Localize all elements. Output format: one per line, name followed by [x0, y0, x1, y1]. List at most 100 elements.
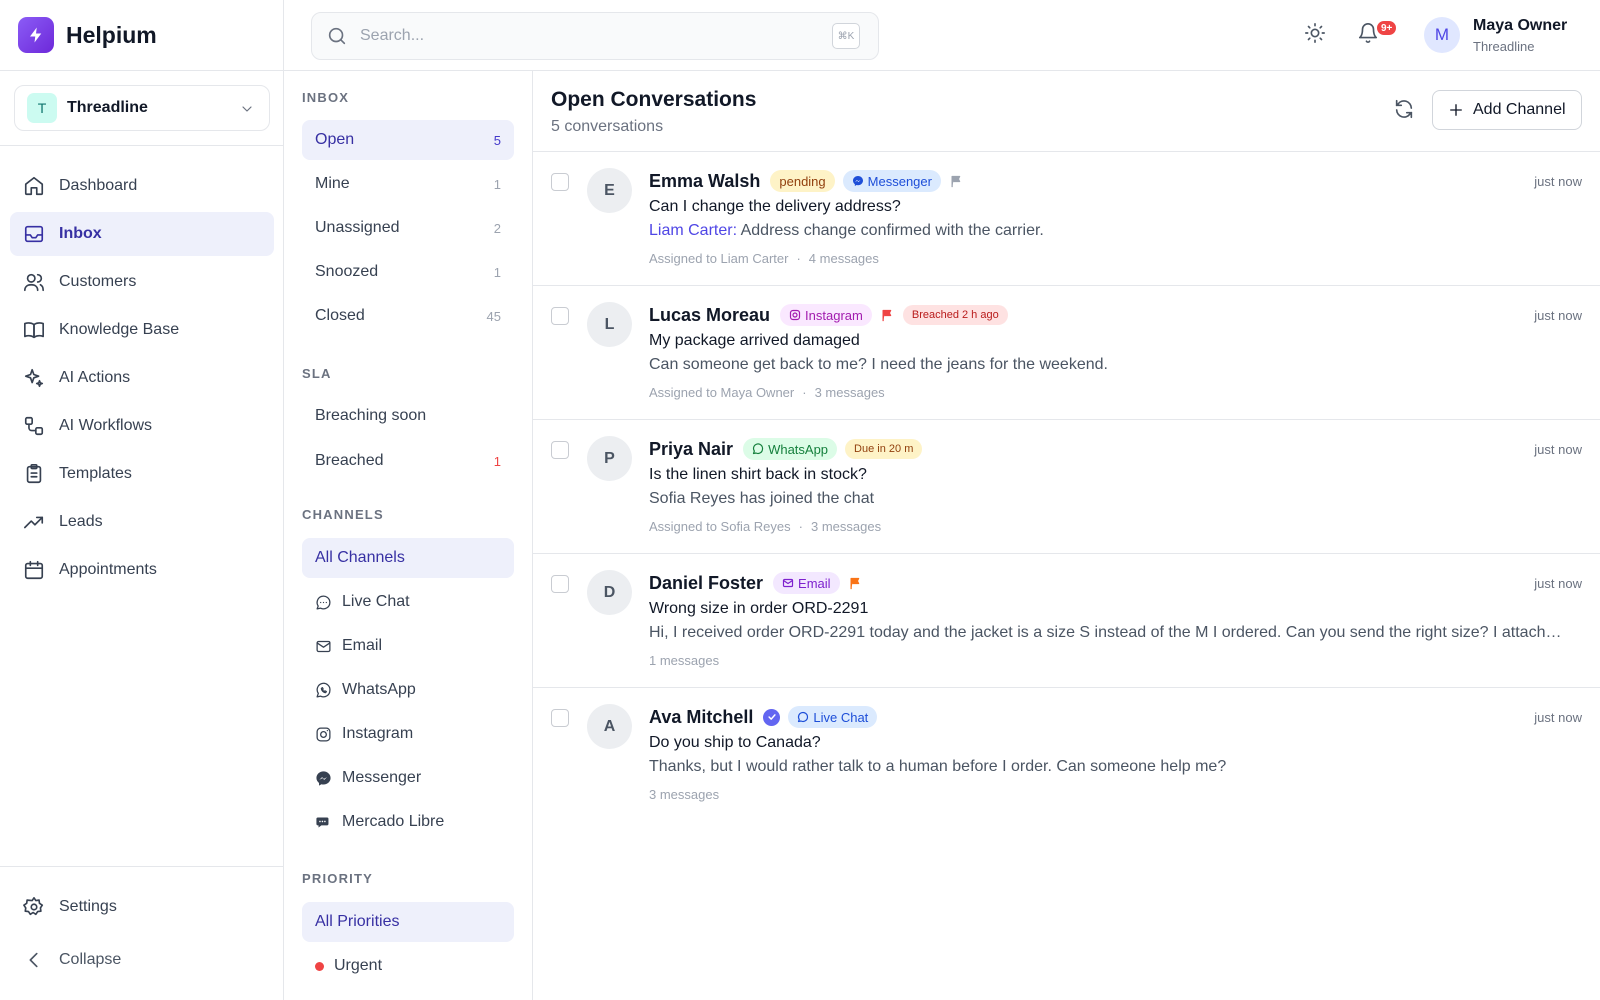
conversation-subject: Wrong size in order ORD-2291 [649, 600, 869, 617]
filter-channel-live-chat[interactable]: Live Chat [302, 582, 514, 622]
conversation-row[interactable]: L Lucas Moreau Instagram Breached 2 h ag… [533, 286, 1600, 420]
refresh-icon[interactable] [1393, 98, 1415, 120]
assigned-to: Assigned to Sofia Reyes [649, 519, 791, 534]
customer-name: Lucas Moreau [649, 304, 771, 325]
whatsapp-icon [315, 682, 332, 699]
avatar: E [587, 168, 632, 213]
app-name: Helpium [66, 21, 157, 48]
row-checkbox[interactable] [551, 307, 569, 325]
chat-bubble-icon [797, 711, 809, 723]
filter-all-priorities[interactable]: All Priorities [302, 902, 514, 942]
messenger-icon [315, 770, 332, 787]
filter-all-channels[interactable]: All Channels [302, 538, 514, 578]
filter-open[interactable]: Open 5 [302, 120, 514, 160]
section-title-sla: SLA [302, 366, 332, 381]
row-checkbox[interactable] [551, 173, 569, 191]
filter-label: All Priorities [315, 913, 400, 930]
org-name: Threadline [67, 99, 148, 116]
conversation-row[interactable]: A Ava Mitchell Live Chat just now Do you… [533, 688, 1600, 822]
user-name[interactable]: Maya Owner [1473, 17, 1567, 35]
channel-badge: WhatsApp [743, 438, 838, 460]
flag-icon[interactable] [848, 576, 863, 591]
channel-badge: Instagram [780, 304, 872, 326]
whatsapp-icon [752, 443, 764, 455]
bolt-icon [18, 17, 54, 53]
filter-mine[interactable]: Mine 1 [302, 164, 514, 204]
filter-channel-instagram[interactable]: Instagram [302, 714, 514, 754]
filter-breaching-soon[interactable]: Breaching soon [302, 396, 514, 436]
conversation-header: Priya Nair WhatsApp Due in 20 m [649, 436, 923, 462]
conversation-row[interactable]: D Daniel Foster Email just now Wrong siz… [533, 554, 1600, 688]
sidebar-item-knowledge-base[interactable]: Knowledge Base [10, 308, 274, 352]
sidebar-item-appointments[interactable]: Appointments [10, 548, 274, 592]
mail-icon [315, 638, 332, 655]
clipboard-icon [23, 463, 45, 485]
plus-icon [1447, 101, 1465, 119]
filter-closed[interactable]: Closed 45 [302, 296, 514, 336]
search-icon [326, 25, 348, 47]
search-box[interactable]: ⌘K [311, 12, 879, 60]
sparkles-icon [23, 367, 45, 389]
filter-label: Breaching soon [315, 407, 427, 424]
sun-icon[interactable] [1304, 22, 1326, 44]
filter-priority-urgent[interactable]: Urgent [302, 946, 514, 986]
filter-channel-messenger[interactable]: Messenger [302, 758, 514, 798]
filter-unassigned[interactable]: Unassigned 2 [302, 208, 514, 248]
sidebar-item-templates[interactable]: Templates [10, 452, 274, 496]
filter-channel-email[interactable]: Email [302, 626, 514, 666]
org-switcher[interactable]: T Threadline [14, 85, 270, 131]
sidebar-item-ai-workflows[interactable]: AI Workflows [10, 404, 274, 448]
sidebar-item-dashboard[interactable]: Dashboard [10, 164, 274, 208]
filter-channel-whatsapp[interactable]: WhatsApp [302, 670, 514, 710]
sidebar-item-ai-actions[interactable]: AI Actions [10, 356, 274, 400]
conversation-row[interactable]: P Priya Nair WhatsApp Due in 20 m just n… [533, 420, 1600, 554]
flag-icon[interactable] [949, 174, 964, 189]
timestamp: just now [1534, 576, 1582, 591]
filter-count: 1 [493, 453, 501, 469]
add-channel-button[interactable]: Add Channel [1432, 90, 1582, 130]
urgent-dot [315, 961, 324, 971]
meta-separator: · [802, 385, 807, 400]
avatar: D [587, 570, 632, 615]
message-count: 3 messages [649, 787, 720, 802]
conversation-row[interactable]: E Emma Walsh pending Messenger just now … [533, 152, 1600, 286]
sla-badge: Due in 20 m [845, 439, 923, 459]
user-avatar[interactable]: M [1424, 17, 1460, 53]
filter-panel: INBOX Open 5 Mine 1 Unassigned 2 Snoozed… [284, 71, 533, 1000]
avatar: P [587, 436, 632, 481]
row-checkbox[interactable] [551, 709, 569, 727]
flag-icon[interactable] [880, 308, 895, 323]
conversation-header: Ava Mitchell Live Chat [649, 704, 878, 730]
sidebar-item-settings[interactable]: Settings [10, 885, 274, 929]
conversation-list-panel: Open Conversations 5 conversations Add C… [533, 71, 1600, 1000]
filter-label: All Channels [315, 549, 405, 566]
sidebar-item-customers[interactable]: Customers [10, 260, 274, 304]
row-checkbox[interactable] [551, 575, 569, 593]
filter-channel-mercado-libre[interactable]: Mercado Libre [302, 802, 514, 842]
sidebar-item-inbox[interactable]: Inbox [10, 212, 274, 256]
conversation-meta: Assigned to Maya Owner · 3 messages [649, 385, 885, 400]
message-count: 3 messages [814, 385, 885, 400]
channel-badge: Messenger [842, 170, 941, 192]
assigned-to: Assigned to Maya Owner [649, 385, 795, 400]
verified-icon [763, 708, 781, 726]
filter-label: Urgent [334, 957, 383, 974]
search-input[interactable] [360, 27, 800, 45]
inbox-icon [23, 223, 45, 245]
filter-breached[interactable]: Breached 1 [302, 441, 514, 481]
sidebar-item-leads[interactable]: Leads [10, 500, 274, 544]
message-preview: Thanks, but I would rather talk to a hum… [649, 758, 1227, 775]
conversation-subject: Is the linen shirt back in stock? [649, 466, 867, 483]
row-checkbox[interactable] [551, 441, 569, 459]
sidebar-item-label: Templates [59, 465, 132, 482]
message-count: 4 messages [808, 251, 879, 266]
collapse-sidebar-button[interactable]: Collapse [10, 938, 274, 982]
users-icon [23, 271, 45, 293]
sidebar-item-label: Appointments [59, 561, 157, 578]
customer-name: Ava Mitchell [649, 706, 754, 727]
filter-label: Mercado Libre [342, 813, 445, 830]
filter-label: Mine [315, 175, 350, 192]
status-badge: pending [770, 170, 835, 192]
filter-snoozed[interactable]: Snoozed 1 [302, 252, 514, 292]
home-icon [23, 175, 45, 197]
